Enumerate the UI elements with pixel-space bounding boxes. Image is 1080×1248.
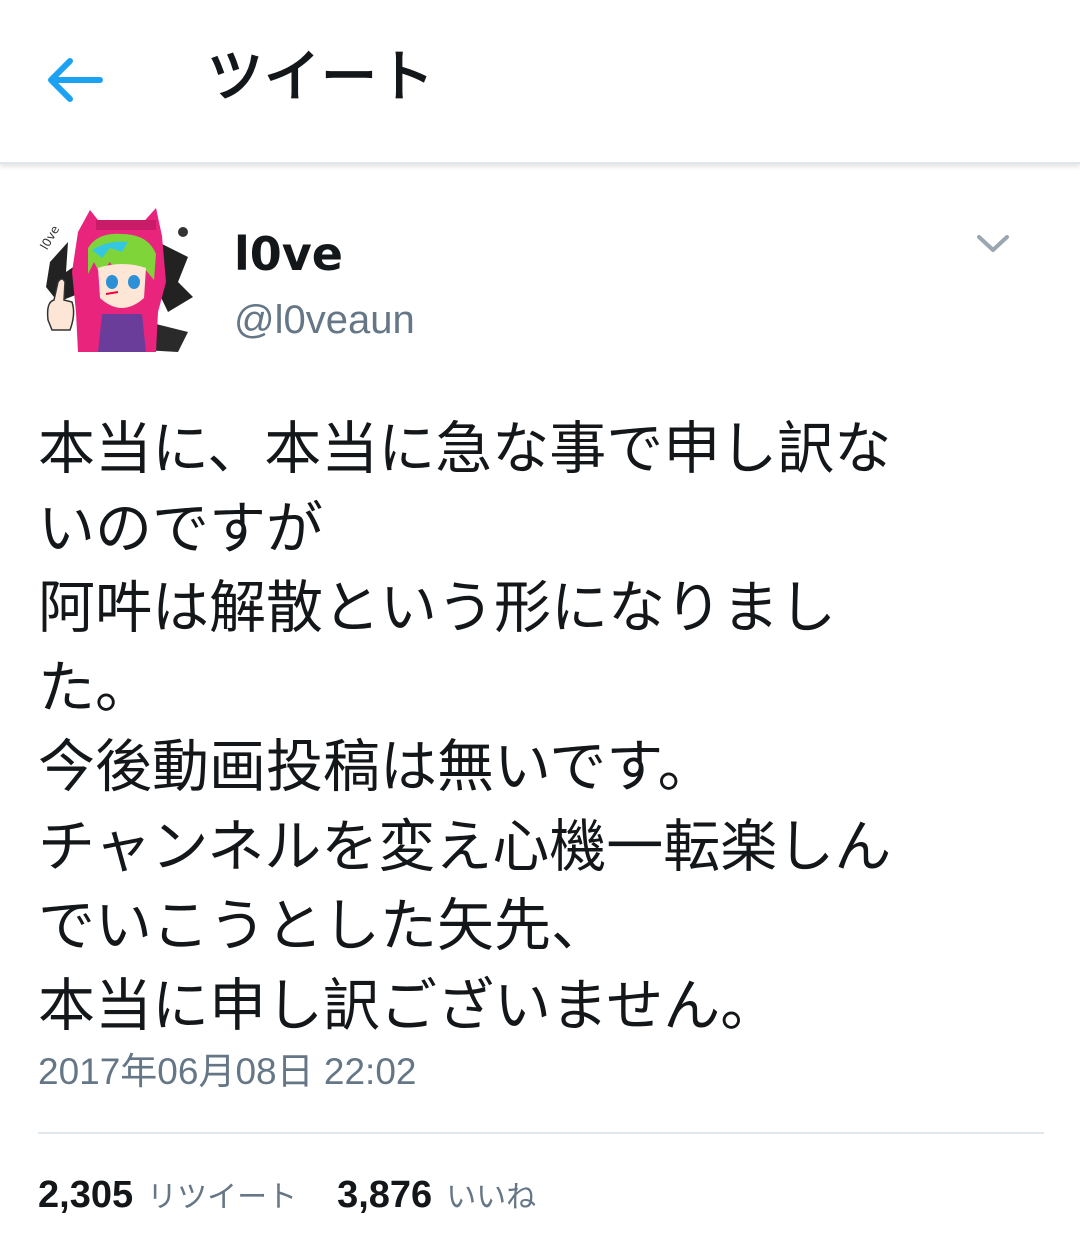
tweet-stats: 2,305 リツイート 3,876 いいね bbox=[38, 1172, 576, 1228]
tweet-text-line: チャンネルを変え心機一転楽しん bbox=[38, 813, 892, 880]
like-label: いいね bbox=[446, 1180, 537, 1215]
tweet-text-line: いのですが bbox=[38, 495, 323, 562]
retweets-stat[interactable]: 2,305 リツイート bbox=[38, 1172, 297, 1217]
avatar[interactable]: l0ve bbox=[38, 202, 196, 360]
tweet-text: 本当に、本当に急な事で申し訳な いのですが 阿吽は解散という形になりまし た。 … bbox=[38, 410, 1048, 1046]
chevron-down-icon bbox=[977, 235, 1009, 252]
arrow-left-icon bbox=[48, 58, 103, 102]
retweet-count: 2,305 bbox=[38, 1174, 134, 1216]
tweet-text-line: 本当に、本当に急な事で申し訳な bbox=[38, 416, 892, 482]
tweet-text-line: た。 bbox=[38, 654, 152, 721]
page-title: ツイート bbox=[207, 45, 435, 110]
tweet-text-line: 今後動画投稿は無いです。 bbox=[38, 734, 715, 800]
author-display-name[interactable]: l0ve bbox=[234, 224, 343, 284]
tweet-menu-button[interactable] bbox=[966, 222, 1020, 266]
retweet-label: リツイート bbox=[147, 1180, 298, 1215]
like-count: 3,876 bbox=[337, 1174, 433, 1216]
app-header: ツイート bbox=[0, 0, 1080, 164]
back-button[interactable] bbox=[38, 44, 110, 116]
tweet-text-line: でいこうとした矢先、 bbox=[38, 893, 608, 959]
author-handle[interactable]: @l0veaun bbox=[234, 294, 415, 346]
tweet-timestamp: 2017年06月08日 22:02 bbox=[38, 1051, 417, 1092]
divider bbox=[38, 1132, 1044, 1134]
likes-stat[interactable]: 3,876 いいね bbox=[337, 1172, 536, 1217]
tweet-text-line: 阿吽は解散という形になりまし bbox=[38, 575, 836, 641]
tweet-text-line: 本当に申し訳ございません。 bbox=[38, 972, 778, 1039]
avatar-illustration-icon: l0ve bbox=[38, 202, 196, 360]
